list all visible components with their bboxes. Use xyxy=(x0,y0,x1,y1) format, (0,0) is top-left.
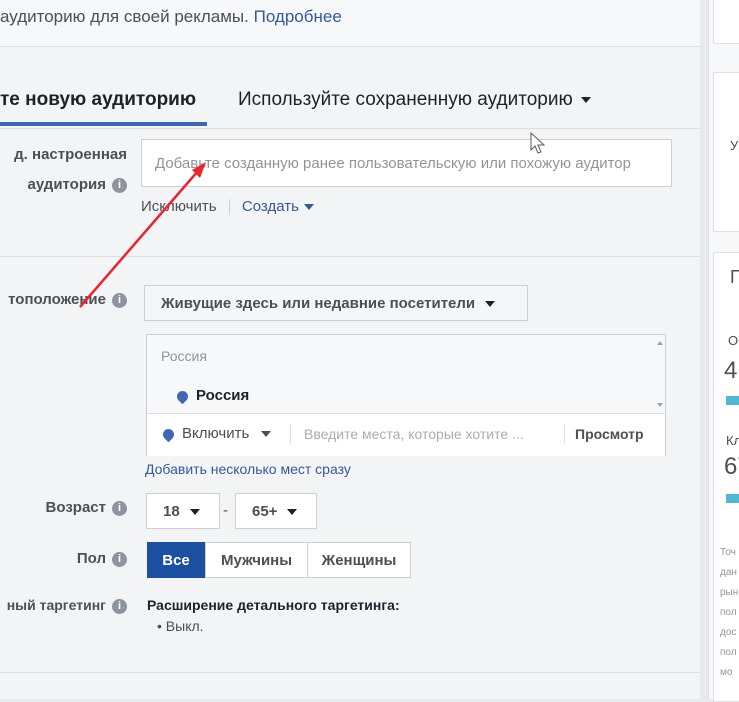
detailed-targeting-label: ный таргетинг i xyxy=(0,597,127,614)
age-max-dropdown[interactable]: 65+ xyxy=(235,493,317,529)
audience-tabs: те новую аудиторию Используйте сохраненн… xyxy=(0,46,700,129)
location-label: тоположение i xyxy=(0,291,127,308)
right-summary-panel: У П О 4 Кл 67 Точ дан рын пол дос пол мо xyxy=(708,0,739,702)
right-letter-p: П xyxy=(730,267,739,287)
custom-audience-label-text: аудитория xyxy=(27,176,106,193)
location-pin-icon xyxy=(174,388,191,404)
location-box: Россия Россия Включить Введите места, ко… xyxy=(146,334,666,456)
right-number-67: 67 xyxy=(724,453,739,480)
right-top-box xyxy=(713,0,739,44)
right-box-1: У xyxy=(713,72,739,232)
info-icon: i xyxy=(112,292,127,308)
selected-location-text: Россия xyxy=(196,387,250,404)
caret-down-icon xyxy=(485,301,496,308)
right-trunc-line-5: дос xyxy=(720,627,737,638)
action-separator xyxy=(228,199,230,216)
tab-saved-label: Используйте сохраненную аудиторию xyxy=(238,89,573,110)
browse-button[interactable]: Просмотр xyxy=(575,426,644,442)
scroll-down-icon[interactable] xyxy=(657,403,663,407)
caret-down-icon xyxy=(189,509,200,516)
scroll-up-icon[interactable] xyxy=(657,341,663,345)
location-type-dropdown[interactable]: Живущие здесь или недавние посетители xyxy=(144,285,528,321)
right-trunc-line-3: рын xyxy=(720,587,739,598)
right-box-2: П О 4 Кл 67 Точ дан рын пол дос пол мо xyxy=(713,252,739,702)
right-number-4: 4 xyxy=(724,357,738,384)
gender-all-button[interactable]: Все xyxy=(147,542,205,578)
include-dropdown[interactable]: Включить xyxy=(160,425,272,442)
gender-male-button[interactable]: Мужчины xyxy=(205,542,308,578)
right-trunc-line-6: пол xyxy=(720,647,737,658)
targeting-panel: аудиторию для своей рекламы. Подробнее т… xyxy=(0,0,700,699)
info-icon: i xyxy=(112,551,127,567)
create-link-label: Создать xyxy=(241,198,299,215)
caret-down-icon xyxy=(261,431,272,438)
more-link[interactable]: Подробнее xyxy=(254,7,342,26)
expansion-title: Расширение детального таргетинга: xyxy=(147,597,400,613)
audience-actions: Исключить Создать xyxy=(141,198,314,216)
create-link[interactable]: Создать xyxy=(242,198,314,215)
right-trunc-line-4: пол xyxy=(720,607,737,618)
age-label-text: Возраст xyxy=(45,499,106,516)
right-letter-o: О xyxy=(728,333,739,348)
info-icon: i xyxy=(112,598,127,614)
include-label: Включить xyxy=(182,425,250,442)
gender-label-text: Пол xyxy=(76,550,106,567)
right-trunc-line-2: дан xyxy=(720,567,737,578)
tab-new-audience[interactable]: те новую аудиторию xyxy=(0,89,196,111)
location-pin-icon xyxy=(160,426,177,442)
gender-label: Пол i xyxy=(0,550,127,567)
intro-text: аудиторию для своей рекламы. Подробнее xyxy=(0,7,342,27)
active-tab-indicator xyxy=(0,122,207,126)
right-letter-kl: Кл xyxy=(726,433,739,448)
custom-audience-label-1: д. настроенная xyxy=(14,146,127,163)
age-max-value: 65+ xyxy=(252,503,278,520)
custom-audience-placeholder: Добавьте созданную ранее пользовательску… xyxy=(155,155,631,172)
caret-down-icon xyxy=(580,96,591,103)
age-separator: - xyxy=(223,502,228,519)
right-bar-2 xyxy=(726,494,739,503)
exclude-link[interactable]: Исключить xyxy=(141,198,217,215)
age-min-value: 18 xyxy=(163,503,180,520)
caret-down-icon xyxy=(303,204,314,211)
age-min-dropdown[interactable]: 18 xyxy=(146,493,220,529)
info-icon: i xyxy=(112,177,127,193)
right-letter-y: У xyxy=(730,138,739,153)
location-search-input[interactable]: Введите места, которые хотите ... xyxy=(304,426,556,442)
top-info-bar: аудиторию для своей рекламы. Подробнее xyxy=(0,0,700,47)
tab-saved-audience[interactable]: Используйте сохраненную аудиторию xyxy=(238,89,591,111)
search-separator xyxy=(290,424,291,444)
location-search-row: Включить Введите места, которые хотите .… xyxy=(147,413,665,456)
intro-text-content: аудиторию для своей рекламы. xyxy=(0,7,249,26)
browse-separator xyxy=(564,424,565,444)
location-label-text: тоположение xyxy=(8,291,106,308)
gender-female-button[interactable]: Женщины xyxy=(307,542,411,578)
bottom-divider xyxy=(0,672,700,673)
country-header: Россия xyxy=(161,348,207,364)
right-trunc-line-7: мо xyxy=(720,667,733,678)
right-bar-1 xyxy=(726,396,739,405)
location-type-label: Живущие здесь или недавние посетители xyxy=(161,295,476,312)
caret-down-icon xyxy=(287,509,298,516)
selected-location[interactable]: Россия xyxy=(174,387,250,404)
right-trunc-line-1: Точ xyxy=(720,547,736,558)
detailed-targeting-label-text: ный таргетинг xyxy=(6,597,106,613)
section-divider xyxy=(0,256,700,257)
custom-audience-label-2: аудитория i xyxy=(0,176,127,193)
custom-audience-input[interactable]: Добавьте созданную ранее пользовательску… xyxy=(141,139,672,187)
bulk-locations-link[interactable]: Добавить несколько мест сразу xyxy=(145,461,351,477)
expansion-value: • Выкл. xyxy=(157,618,204,634)
info-icon: i xyxy=(112,500,127,516)
age-label: Возраст i xyxy=(0,499,127,516)
